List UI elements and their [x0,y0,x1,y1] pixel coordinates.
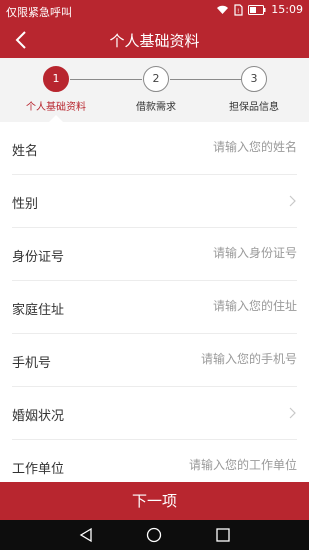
step-number: 1 [43,66,69,92]
wifi-icon [217,5,229,14]
form-row-gender[interactable]: 性别 [12,175,297,228]
title-bar: 个人基础资料 [0,22,309,58]
step-1[interactable]: 1 个人基础资料 [6,66,106,113]
field-label: 婚姻状况 [12,409,65,424]
phone-input[interactable] [137,352,297,366]
field-label: 姓名 [12,144,39,159]
status-bar: 仅限紧急呼叫 ! 15:09 [0,0,309,22]
step-number: 2 [143,66,169,92]
form-row-address[interactable]: 家庭住址 [12,281,297,334]
field-label: 性别 [12,197,39,212]
field-label: 手机号 [12,356,52,371]
page-title: 个人基础资料 [109,32,200,50]
step-number: 3 [241,66,267,92]
form-row-name[interactable]: 姓名 [12,122,297,175]
basic-info-form: 姓名 性别 身份证号 家庭住址 手机号 婚姻状况 工作单位 [0,122,309,493]
carrier-text: 仅限紧急呼叫 [6,6,72,19]
status-icons: ! 15:09 [216,3,303,16]
field-label: 家庭住址 [12,303,65,318]
chevron-right-icon[interactable] [287,194,297,208]
field-label: 工作单位 [12,462,65,477]
step-3[interactable]: 3 担保品信息 [204,66,304,113]
step-label: 担保品信息 [229,102,279,113]
system-nav-bar [0,520,309,550]
svg-text:!: ! [237,8,239,15]
nav-home-icon[interactable] [146,527,162,543]
step-label: 个人基础资料 [26,102,86,113]
field-label: 身份证号 [12,250,65,265]
id-number-input[interactable] [137,246,297,260]
step-label: 借款需求 [136,102,176,113]
next-button[interactable]: 下一项 [0,482,309,520]
clock-text: 15:09 [271,3,303,16]
chevron-right-icon[interactable] [287,406,297,420]
progress-stepper: 1 个人基础资料 2 借款需求 3 担保品信息 [0,58,309,122]
nav-recents-icon[interactable] [215,527,231,543]
employer-input[interactable] [97,458,297,472]
name-input[interactable] [137,140,297,154]
active-step-pointer [49,115,63,122]
address-input[interactable] [137,299,297,313]
step-2[interactable]: 2 借款需求 [106,66,206,113]
form-row-phone[interactable]: 手机号 [12,334,297,387]
form-row-marital-status[interactable]: 婚姻状况 [12,387,297,440]
sim-icon: ! [234,3,243,16]
battery-icon [248,4,266,15]
form-row-id-number[interactable]: 身份证号 [12,228,297,281]
nav-back-icon[interactable] [78,527,94,543]
